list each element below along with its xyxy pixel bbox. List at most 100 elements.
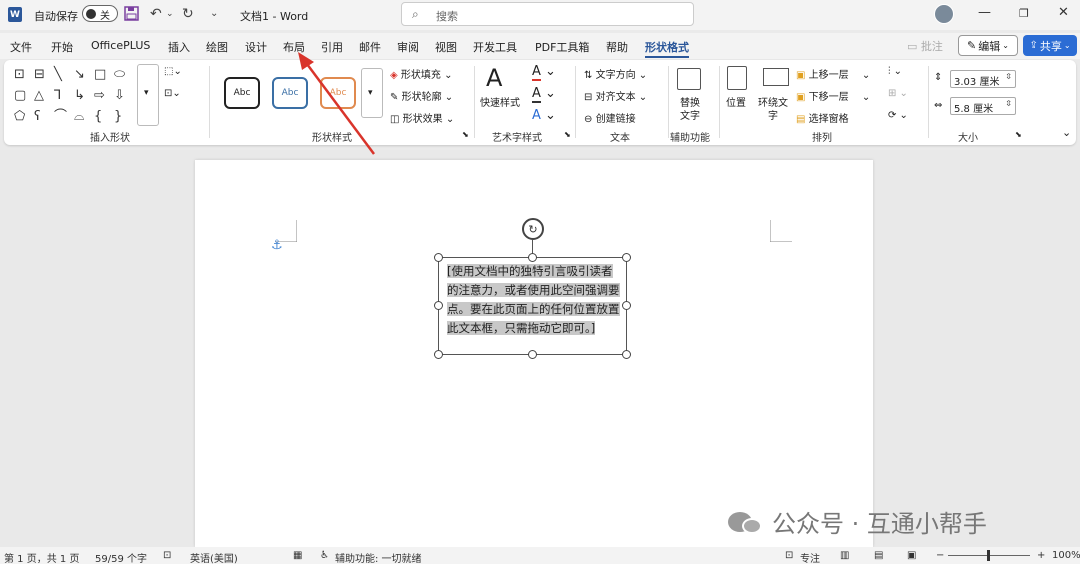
freeform-icon[interactable]: ʕ: [34, 110, 41, 123]
pentagon-icon[interactable]: ⬠: [14, 110, 25, 123]
share-button[interactable]: ⇪ 共享 ⌄: [1023, 35, 1077, 56]
tab-help[interactable]: 帮助: [606, 39, 628, 55]
text-box-content[interactable]: [使用文档中的独特引言吸引读者的注意力，或者使用此空间强调要点。要在此页面上的任…: [447, 262, 622, 338]
accessibility-status[interactable]: 辅助功能: 一切就绪: [335, 550, 422, 564]
tab-design[interactable]: 设计: [245, 39, 267, 55]
right-brace-icon[interactable]: }: [114, 110, 122, 123]
tab-view[interactable]: 视图: [435, 39, 457, 55]
line-shape-icon[interactable]: ╲: [54, 68, 62, 81]
autosave-toggle[interactable]: 关: [82, 5, 118, 22]
tab-developer[interactable]: 开发工具: [473, 39, 517, 55]
undo-dropdown-icon[interactable]: ⌄: [166, 9, 174, 19]
quick-styles-label[interactable]: 快速样式: [480, 94, 520, 109]
resize-handle[interactable]: [622, 350, 631, 359]
curve-icon[interactable]: ⌓: [74, 110, 84, 123]
zoom-level[interactable]: 100%: [1052, 550, 1080, 561]
text-fill-icon[interactable]: A ⌄: [532, 64, 556, 81]
create-link-button[interactable]: ⊖ 创建链接: [584, 110, 636, 125]
resize-handle[interactable]: [528, 350, 537, 359]
text-effects-icon[interactable]: A ⌄: [532, 108, 556, 123]
tab-file[interactable]: 文件: [10, 39, 32, 55]
zoom-out-icon[interactable]: −: [936, 550, 944, 561]
rotate-handle-icon[interactable]: ↻: [522, 218, 544, 240]
dialog-launcher-icon[interactable]: ⬊: [462, 130, 469, 139]
comment-button[interactable]: ▭ 批注: [907, 38, 943, 54]
zoom-slider-thumb[interactable]: [987, 550, 990, 561]
position-icon[interactable]: [727, 66, 747, 90]
read-mode-icon[interactable]: ▥: [840, 550, 849, 561]
draw-textbox-icon[interactable]: ⊡⌄: [164, 88, 181, 99]
resize-handle[interactable]: [434, 253, 443, 262]
collapse-ribbon-icon[interactable]: ⌄: [1062, 126, 1071, 139]
left-brace-icon[interactable]: {: [94, 110, 102, 123]
right-arrow-icon[interactable]: ⇨: [94, 89, 105, 102]
text-outline-icon[interactable]: A ⌄: [532, 86, 556, 103]
tab-insert[interactable]: 插入: [168, 39, 190, 55]
minimize-icon[interactable]: —: [978, 5, 991, 20]
proofing-icon[interactable]: ⊡: [163, 550, 171, 561]
rectangle-shape-icon[interactable]: □: [94, 68, 106, 81]
language[interactable]: 英语(美国): [190, 550, 238, 564]
redo-icon[interactable]: ↻: [182, 6, 194, 22]
textbox-shape-icon[interactable]: ⊡: [14, 68, 25, 81]
resize-handle[interactable]: [434, 350, 443, 359]
align-text-button[interactable]: ⊟ 对齐文本 ⌄: [584, 88, 647, 103]
shape-outline-button[interactable]: ✎ 形状轮廓 ⌄: [390, 88, 453, 103]
rounded-rect-icon[interactable]: ▢: [14, 89, 26, 102]
arrow-line-icon[interactable]: ↘: [74, 68, 85, 81]
shape-effects-button[interactable]: ◫ 形状效果 ⌄: [390, 110, 454, 125]
group-objects-icon[interactable]: ⊞ ⌄: [888, 88, 908, 99]
arc-icon[interactable]: ⌒: [54, 110, 67, 123]
dialog-launcher-icon[interactable]: ⬊: [1015, 130, 1022, 139]
selection-pane-button[interactable]: ▤ 选择窗格: [796, 110, 849, 125]
alt-text-icon[interactable]: [677, 68, 701, 90]
down-arrow-icon[interactable]: ⇩: [114, 89, 125, 102]
tab-officeplus[interactable]: OfficePLUS: [91, 39, 150, 52]
resize-handle[interactable]: [622, 301, 631, 310]
triangle-icon[interactable]: △: [34, 89, 44, 102]
save-icon[interactable]: [124, 6, 139, 25]
page-count[interactable]: 第 1 页，共 1 页: [4, 550, 79, 564]
vertical-textbox-icon[interactable]: ⊟: [34, 68, 45, 81]
tab-review[interactable]: 审阅: [397, 39, 419, 55]
width-input[interactable]: 5.8 厘米 ⇳: [950, 97, 1016, 115]
search-box[interactable]: ⌕ 搜索: [401, 2, 694, 26]
close-icon[interactable]: ✕: [1058, 5, 1069, 20]
elbow-arrow-icon[interactable]: ↳: [74, 89, 85, 102]
zoom-in-icon[interactable]: +: [1037, 550, 1045, 561]
word-count[interactable]: 59/59 个字: [95, 550, 147, 564]
resize-handle[interactable]: [434, 301, 443, 310]
restore-icon[interactable]: ❐: [1019, 7, 1029, 20]
wrap-text-icon[interactable]: [763, 68, 789, 86]
spinner-icon[interactable]: ⇳: [1005, 72, 1012, 81]
spinner-icon[interactable]: ⇳: [1005, 99, 1012, 108]
oval-shape-icon[interactable]: ⬭: [114, 68, 125, 81]
tab-shape-format[interactable]: 形状格式: [645, 39, 689, 58]
position-label[interactable]: 位置: [726, 94, 746, 109]
dialog-launcher-icon[interactable]: ⬊: [564, 130, 571, 139]
focus-mode[interactable]: 专注: [800, 550, 820, 564]
tab-draw[interactable]: 绘图: [206, 39, 228, 55]
alt-text-label-2[interactable]: 文字: [680, 107, 700, 122]
edit-shape-icon[interactable]: ⬚⌄: [164, 66, 182, 77]
print-layout-icon[interactable]: ▤: [874, 550, 883, 561]
wordart-a-icon[interactable]: A: [486, 64, 502, 92]
macro-icon[interactable]: ▦: [293, 550, 302, 561]
shape-fill-button[interactable]: ◈ 形状填充 ⌄: [390, 66, 452, 81]
shape-style-1[interactable]: Abc: [224, 77, 260, 109]
height-input[interactable]: 3.03 厘米 ⇳: [950, 70, 1016, 88]
tab-home[interactable]: 开始: [51, 39, 73, 55]
resize-handle[interactable]: [528, 253, 537, 262]
avatar[interactable]: [934, 4, 954, 24]
rotate-objects-icon[interactable]: ⟳ ⌄: [888, 110, 908, 121]
wrap-text-label-2[interactable]: 字: [768, 107, 778, 122]
undo-icon[interactable]: ↶: [150, 6, 162, 22]
elbow-connector-icon[interactable]: ⅂: [54, 89, 61, 102]
send-backward-button[interactable]: ▣ 下移一层 ⌄: [796, 88, 870, 103]
tab-pdf-toolbox[interactable]: PDF工具箱: [535, 39, 589, 55]
edit-button[interactable]: ✎ 编辑 ⌄: [958, 35, 1018, 56]
align-objects-icon[interactable]: ⫶ ⌄: [888, 66, 902, 77]
resize-handle[interactable]: [622, 253, 631, 262]
web-layout-icon[interactable]: ▣: [907, 550, 916, 561]
customize-qat-icon[interactable]: ⌄: [210, 8, 218, 19]
